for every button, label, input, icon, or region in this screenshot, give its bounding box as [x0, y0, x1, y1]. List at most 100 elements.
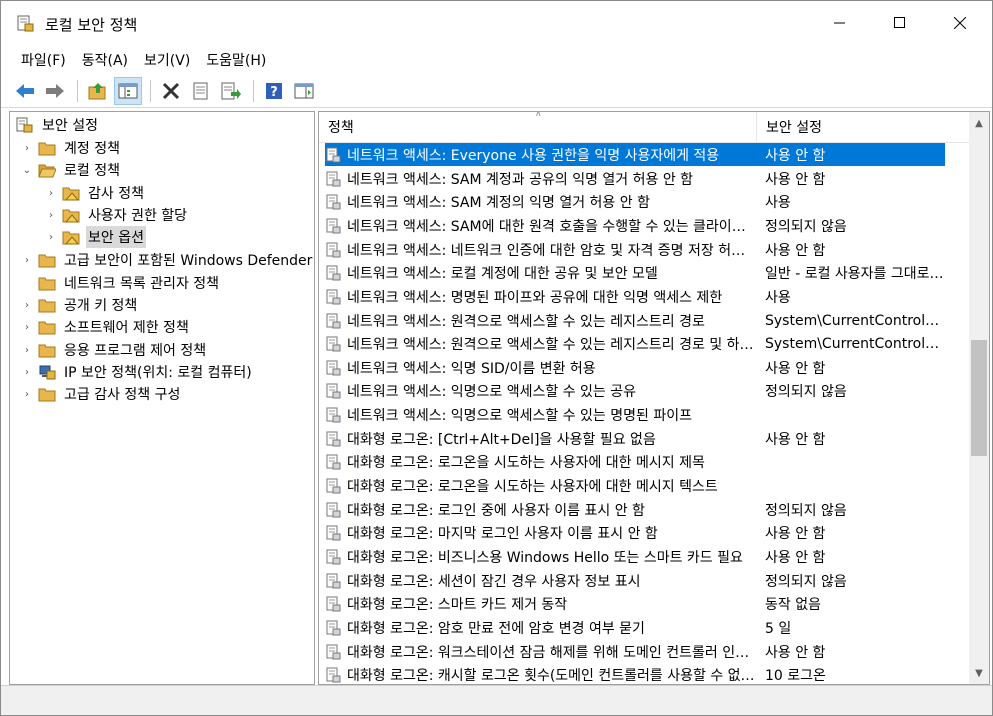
tree-item-label: 사용자 권한 할당 [88, 208, 188, 224]
table-row[interactable]: 대화형 로그온: 로그온을 시도하는 사용자에 대한 메시지 제목 [325, 450, 945, 473]
table-row[interactable]: 네트워크 액세스: SAM에 대한 원격 호출을 수행할 수 있는 클라이언트 … [325, 214, 945, 237]
tree-item-local-policies[interactable]: ⌄ 로컬 정책 [20, 159, 122, 181]
table-row[interactable]: 대화형 로그온: 로그인 중에 사용자 이름 표시 안 함 정의되지 않음 [325, 498, 945, 521]
chevron-right-icon[interactable]: › [20, 387, 34, 401]
table-row[interactable]: 대화형 로그온: 비즈니스용 Windows Hello 또는 스마트 카드 필… [325, 545, 945, 568]
menu-help[interactable]: 도움말(H) [198, 47, 274, 73]
show-hide-tree-button[interactable] [114, 77, 142, 105]
tree-item-public-key-policies[interactable]: › 공개 키 정책 [20, 294, 139, 316]
table-row[interactable]: 네트워크 액세스: 네트워크 인증에 대한 암호 및 자격 증명 저장 허용 안… [325, 238, 945, 261]
policy-list[interactable]: ∧ 정책 보안 설정 네트워크 액세스: Everyone 사용 권한을 익명 … [318, 111, 990, 685]
tree-item-software-restriction[interactable]: › 소프트웨어 제한 정책 [20, 316, 191, 338]
table-row[interactable]: 네트워크 액세스: Everyone 사용 권한을 익명 사용자에게 적용 사용… [325, 143, 945, 166]
folder-icon [38, 344, 56, 358]
table-row[interactable]: 대화형 로그온: 암호 만료 전에 암호 변경 여부 묻기 5 일 [325, 616, 945, 639]
policy-name: 네트워크 액세스: 로컬 계정에 대한 공유 및 보안 모델 [347, 265, 658, 282]
vertical-scrollbar[interactable]: ▲ ▼ [969, 112, 989, 684]
chevron-right-icon[interactable]: › [44, 186, 58, 200]
action-pane-icon [294, 83, 314, 99]
policy-name: 네트워크 액세스: 원격으로 액세스할 수 있는 레지스트리 경로 [347, 313, 705, 330]
chevron-right-icon[interactable]: › [20, 365, 34, 379]
tree-item-advanced-audit[interactable]: › 고급 감사 정책 구성 [20, 383, 182, 405]
maximize-button[interactable] [871, 1, 929, 45]
table-row[interactable]: 네트워크 액세스: 익명으로 액세스할 수 있는 명명된 파이프 [325, 403, 945, 426]
menu-action[interactable]: 동작(A) [74, 47, 136, 73]
tree-item-application-control[interactable]: › 응용 프로그램 제어 정책 [20, 339, 208, 361]
policy-icon [326, 573, 341, 588]
tree-item-security-settings[interactable]: 보안 설정 [16, 114, 100, 136]
column-header-policy[interactable]: ∧ 정책 [319, 112, 757, 142]
tree-item-audit-policy[interactable]: › 감사 정책 [44, 182, 146, 204]
scroll-up-icon[interactable]: ▲ [969, 114, 989, 132]
local-security-policy-window: 로컬 보안 정책 파일(F) 동작(A) 보기(V) 도움말(H) ? 보안 설… [0, 0, 993, 716]
policy-name: 네트워크 액세스: 네트워크 인증에 대한 암호 및 자격 증명 저장 허용 안… [347, 242, 757, 259]
table-row[interactable]: 네트워크 액세스: SAM 계정과 공유의 익명 열거 허용 안 함 사용 안 … [325, 167, 945, 190]
tree-item-label: 보안 설정 [42, 118, 98, 134]
column-header-security-setting[interactable]: 보안 설정 [757, 112, 956, 142]
scroll-down-icon[interactable]: ▼ [969, 664, 989, 682]
export-list-button[interactable] [217, 77, 245, 105]
security-setting: 사용 안 함 [765, 171, 826, 188]
table-row[interactable]: 네트워크 액세스: 원격으로 액세스할 수 있는 레지스트리 경로 및 하위 경… [325, 332, 945, 355]
policy-icon [326, 218, 341, 233]
menu-view[interactable]: 보기(V) [136, 47, 198, 73]
table-row[interactable]: 대화형 로그온: 세션이 잠긴 경우 사용자 정보 표시 정의되지 않음 [325, 569, 945, 592]
table-row[interactable]: 대화형 로그온: 캐시할 로그온 횟수(도메인 컨트롤러를 사용할 수 없는 경… [325, 663, 945, 684]
menu-file[interactable]: 파일(F) [13, 47, 74, 73]
table-row[interactable]: 네트워크 액세스: 로컬 계정에 대한 공유 및 보안 모델 일반 - 로컬 사… [325, 261, 945, 284]
tree-item-security-options[interactable]: › 보안 옵션 [44, 226, 146, 248]
minimize-button[interactable] [811, 1, 869, 45]
chevron-right-icon[interactable]: › [20, 141, 34, 155]
tree-item-label: 고급 감사 정책 구성 [64, 387, 181, 403]
minimize-icon [834, 22, 845, 24]
policy-name: 대화형 로그온: 로그온을 시도하는 사용자에 대한 메시지 제목 [347, 454, 705, 471]
tree-item-user-rights-assignment[interactable]: › 사용자 권한 할당 [44, 204, 189, 226]
table-row[interactable]: 네트워크 액세스: 익명으로 액세스할 수 있는 공유 정의되지 않음 [325, 379, 945, 402]
policy-name: 대화형 로그온: 캐시할 로그온 횟수(도메인 컨트롤러를 사용할 수 없는 경… [347, 667, 757, 684]
back-button[interactable] [11, 77, 39, 105]
table-row[interactable]: 대화형 로그온: 로그온을 시도하는 사용자에 대한 메시지 텍스트 [325, 474, 945, 497]
tree-item-defender-firewall[interactable]: › 고급 보안이 포함된 Windows Defender 방화벽 [20, 249, 314, 271]
forward-button[interactable] [41, 77, 69, 105]
table-row[interactable]: 대화형 로그온: 마지막 로그인 사용자 이름 표시 안 함 사용 안 함 [325, 521, 945, 544]
policy-rows: 네트워크 액세스: Everyone 사용 권한을 익명 사용자에게 적용 사용… [319, 143, 969, 684]
table-row[interactable]: 네트워크 액세스: 명명된 파이프와 공유에 대한 익명 액세스 제한 사용 [325, 285, 945, 308]
table-row[interactable]: 네트워크 액세스: 원격으로 액세스할 수 있는 레지스트리 경로 System… [325, 309, 945, 332]
table-row[interactable]: 네트워크 액세스: SAM 계정의 익명 열거 허용 안 함 사용 [325, 190, 945, 213]
chevron-right-icon[interactable]: › [44, 230, 58, 244]
tree-item-ip-security[interactable]: › IP 보안 정책(위치: 로컬 컴퓨터) [20, 361, 254, 383]
table-row[interactable]: 네트워크 액세스: 익명 SID/이름 변환 허용 사용 안 함 [325, 356, 945, 379]
table-row[interactable]: 대화형 로그온: 워크스테이션 잠금 해제를 위해 도메인 컨트롤러 인증 필요… [325, 640, 945, 663]
security-setting: 사용 [765, 289, 791, 306]
chevron-down-icon[interactable]: ⌄ [20, 163, 34, 177]
up-one-level-button[interactable] [84, 77, 112, 105]
scroll-thumb[interactable] [971, 340, 987, 456]
chevron-right-icon[interactable]: › [20, 298, 34, 312]
chevron-right-icon[interactable]: › [20, 253, 34, 267]
security-setting: 정의되지 않음 [765, 383, 847, 400]
security-setting: 사용 안 함 [765, 644, 826, 661]
chevron-right-icon[interactable]: › [44, 208, 58, 222]
tree-item-network-list-manager[interactable]: 네트워크 목록 관리자 정책 [38, 272, 221, 294]
navigation-tree[interactable]: 보안 설정 › 계정 정책 ⌄ 로컬 정책 › 감사 정책 › 사용자 권한 할… [9, 111, 315, 685]
security-setting: 사용 안 함 [765, 549, 826, 566]
tree-item-account-policies[interactable]: › 계정 정책 [20, 137, 122, 159]
policy-folder-icon [62, 187, 80, 201]
policy-name: 네트워크 액세스: 명명된 파이프와 공유에 대한 익명 액세스 제한 [347, 289, 723, 306]
help-button[interactable]: ? [260, 77, 288, 105]
action-pane-button[interactable] [290, 77, 318, 105]
table-row[interactable]: 대화형 로그온: [Ctrl+Alt+Del]을 사용할 필요 없음 사용 안 … [325, 427, 945, 450]
close-button[interactable] [931, 1, 989, 45]
chevron-right-icon[interactable]: › [20, 320, 34, 334]
chevron-right-icon[interactable]: › [20, 343, 34, 357]
svg-text:?: ? [270, 85, 278, 100]
table-row[interactable]: 대화형 로그온: 스마트 카드 제거 동작 동작 없음 [325, 592, 945, 615]
policy-icon [326, 454, 341, 469]
properties-button[interactable] [187, 77, 215, 105]
delete-button[interactable] [157, 77, 185, 105]
security-setting: System\CurrentControlSet\Control [765, 335, 945, 352]
policy-name: 대화형 로그온: 암호 만료 전에 암호 변경 여부 묻기 [347, 620, 645, 637]
delete-icon [162, 82, 180, 100]
policy-name: 네트워크 액세스: SAM 계정의 익명 열거 허용 안 함 [347, 194, 650, 211]
policy-name: 대화형 로그온: 세션이 잠긴 경우 사용자 정보 표시 [347, 573, 641, 590]
